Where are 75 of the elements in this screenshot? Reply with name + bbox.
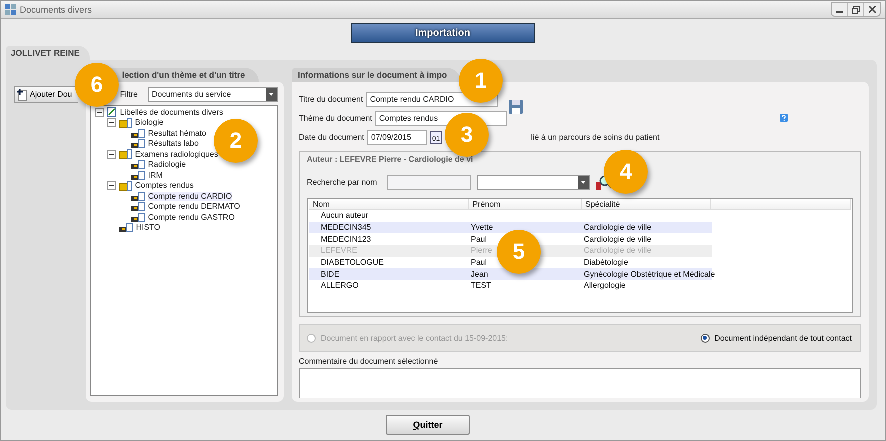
comment-field[interactable] bbox=[299, 368, 861, 398]
folder-icon bbox=[119, 118, 132, 128]
radio-label: Document en rapport avec le contact du 15-09-2015: bbox=[321, 334, 508, 342]
table-cell: TEST bbox=[471, 281, 492, 290]
table-cell: Cardiologie de ville bbox=[584, 246, 652, 256]
table-cell: BIDE bbox=[321, 270, 340, 279]
tree-item[interactable]: Résultats labo bbox=[148, 139, 199, 148]
tree-item[interactable]: Resultat hémato bbox=[148, 128, 206, 138]
field-label: Titre du document bbox=[299, 95, 364, 104]
quit-button[interactable]: Quitter bbox=[386, 415, 470, 435]
date-field[interactable]: 07/09/2015 bbox=[367, 130, 428, 145]
restore-icon bbox=[852, 6, 860, 14]
toggle-icon[interactable] bbox=[107, 150, 116, 159]
document-icon bbox=[131, 170, 146, 180]
column-header[interactable]: Spécialité bbox=[582, 199, 712, 209]
tree-item[interactable]: Compte rendu GASTRO bbox=[148, 212, 235, 222]
app-icon bbox=[5, 4, 16, 15]
radio-button[interactable] bbox=[700, 334, 710, 342]
field-label: Thème du document bbox=[299, 114, 372, 123]
document-icon bbox=[131, 202, 146, 212]
table-cell: Diabétologie bbox=[584, 258, 628, 268]
parcours-label: lié à un parcours de soins du patient bbox=[531, 133, 660, 142]
author-row[interactable]: MEDECIN345 Yvette Cardiologie de ville bbox=[309, 222, 712, 234]
document-icon bbox=[131, 160, 146, 170]
document-icon bbox=[131, 192, 146, 201]
document-icon bbox=[119, 223, 134, 232]
tree-item[interactable]: Radiologie bbox=[148, 160, 186, 170]
radio-label: Document indépendant de tout contact bbox=[714, 334, 852, 342]
column-header[interactable]: Nom bbox=[309, 199, 469, 209]
table-cell: Paul bbox=[471, 234, 488, 244]
tree-item[interactable]: Biologie bbox=[135, 118, 164, 128]
column-header[interactable]: Prénom bbox=[468, 199, 582, 209]
table-cell: Jean bbox=[471, 270, 488, 279]
table-cell: MEDECIN345 bbox=[321, 223, 372, 232]
tree-item[interactable]: Comptes rendus bbox=[135, 181, 194, 190]
document-icon bbox=[131, 139, 146, 148]
author-title: Auteur : LEFEVRE Pierre - Cardiologie de vi bbox=[307, 155, 474, 164]
table-cell: Paul bbox=[471, 258, 488, 268]
add-document-button[interactable]: Ajouter Dou bbox=[14, 86, 78, 103]
tree-item[interactable]: Compte rendu DERMATO bbox=[148, 202, 240, 212]
table-cell: DIABETOLOGUE bbox=[321, 258, 384, 268]
search-field[interactable] bbox=[387, 175, 472, 190]
import-button[interactable]: Importation bbox=[351, 23, 535, 43]
document-icon bbox=[131, 212, 146, 222]
save-icon[interactable] bbox=[509, 100, 524, 114]
toggle-icon[interactable] bbox=[95, 108, 104, 117]
tree-item[interactable]: HISTO bbox=[136, 223, 161, 232]
panel-title: Informations sur le document à impo bbox=[292, 68, 462, 82]
tree-item[interactable]: IRM bbox=[148, 170, 163, 180]
folder-icon bbox=[119, 149, 132, 160]
document-icon bbox=[131, 128, 146, 138]
add-document-icon bbox=[17, 88, 27, 100]
window-title: Documents divers bbox=[20, 4, 94, 14]
toggle-icon[interactable] bbox=[107, 118, 116, 128]
filter-label: Filtre bbox=[120, 90, 138, 99]
table-cell: Cardiologie de ville bbox=[584, 234, 652, 244]
help-icon[interactable] bbox=[780, 114, 788, 122]
search-dropdown[interactable] bbox=[477, 175, 590, 190]
search-label: Recherche par nom bbox=[307, 178, 378, 187]
table-cell: Pierre bbox=[471, 246, 492, 256]
toggle-icon[interactable] bbox=[107, 181, 116, 190]
close-icon bbox=[868, 6, 876, 13]
folder-icon bbox=[119, 180, 132, 191]
comment-label: Commentaire du document sélectionné bbox=[299, 357, 440, 366]
table-cell: Aucun auteur bbox=[321, 211, 369, 220]
table-cell: LEFEVRE bbox=[321, 246, 358, 256]
table-cell: ALLERGO bbox=[321, 281, 359, 290]
filter-dropdown[interactable]: Documents du service bbox=[148, 87, 278, 102]
table-cell: Allergologie bbox=[584, 281, 626, 290]
table-cell: Yvette bbox=[471, 223, 494, 232]
table-cell: Cardiologie de ville bbox=[584, 223, 652, 232]
field-label: Date du document bbox=[299, 133, 364, 142]
table-cell: MEDECIN123 bbox=[321, 234, 372, 244]
tree-item[interactable]: Compte rendu CARDIO bbox=[148, 192, 232, 201]
tree-item[interactable]: Libellés de documents divers bbox=[120, 108, 224, 117]
